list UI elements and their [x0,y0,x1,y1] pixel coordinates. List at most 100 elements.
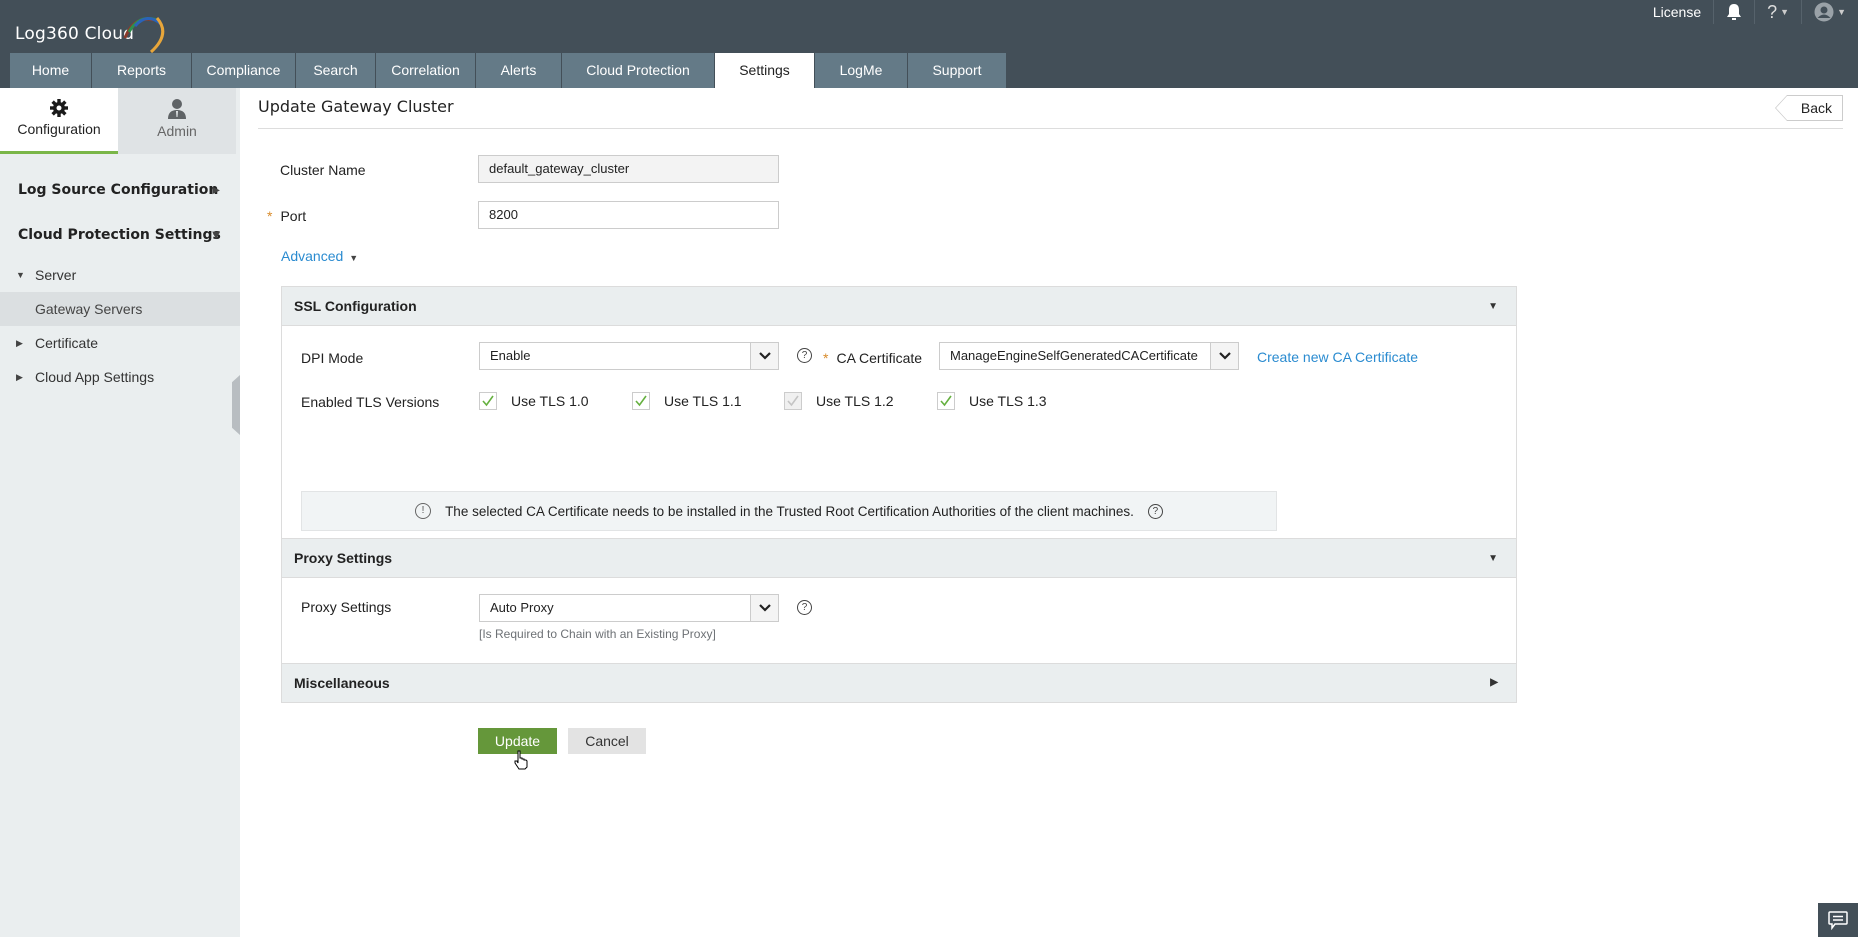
nav-tab-logme[interactable]: LogMe [815,53,908,88]
caret-right-icon: ▶ [16,372,23,382]
dpi-mode-select[interactable]: Enable [479,342,779,370]
caret-down-icon: ▼ [212,230,220,241]
proxy-settings-value: Auto Proxy [490,600,554,615]
hand-pointer-cursor-icon [514,750,528,770]
sidebar-section-label: Log Source Configuration [18,182,219,198]
proxy-settings-label: Proxy Settings [301,599,392,615]
logo[interactable]: Log360 Cloud [15,17,165,54]
port-label-text: Port [280,208,307,224]
user-menu-button[interactable]: ▼ [1801,0,1858,24]
notifications-button[interactable] [1713,0,1754,24]
logo-arc-icon [123,17,165,54]
checkbox-box [784,392,802,410]
sidebar-item-certificate[interactable]: ▶ Certificate [0,326,240,360]
miscellaneous-header[interactable]: Miscellaneous ▶ [282,664,1516,702]
bell-icon [1727,4,1742,20]
ca-certificate-label-text: CA Certificate [836,350,923,366]
help-icon: ? [1767,1,1778,22]
caret-down-icon: ▼ [1488,301,1498,312]
ca-certificate-info-box: ! The selected CA Certificate needs to b… [301,491,1277,531]
sidebar: Configuration Admin Log Source Configura… [0,88,240,937]
port-field[interactable]: 8200 [478,201,779,229]
checkbox-label: Use TLS 1.0 [511,393,589,409]
sidebar-tab-configuration[interactable]: Configuration [0,88,118,154]
proxy-settings-help-icon[interactable]: ? [797,600,812,615]
tls-versions-label: Enabled TLS Versions [301,394,440,410]
caret-down-icon: ▼ [16,270,25,280]
admin-user-icon [168,99,186,119]
sidebar-item-label: Certificate [35,335,99,351]
dpi-mode-value: Enable [490,348,531,363]
ssl-configuration-header[interactable]: SSL Configuration ▼ [282,287,1516,326]
nav-tab-search[interactable]: Search [296,53,376,88]
dpi-mode-help-icon[interactable]: ? [797,348,812,363]
create-ca-certificate-link[interactable]: Create new CA Certificate [1257,349,1418,365]
nav-tab-home[interactable]: Home [10,53,92,88]
cancel-button[interactable]: Cancel [568,728,646,754]
main-nav: Home Reports Compliance Search Correlati… [10,53,1007,88]
info-message: The selected CA Certificate needs to be … [445,503,1134,519]
ca-certificate-value: ManageEngineSelfGeneratedCACertificate [950,348,1198,363]
tls-1-2-checkbox[interactable]: Use TLS 1.2 [784,392,894,410]
page-title: Update Gateway Cluster [258,97,454,116]
ca-certificate-select[interactable]: ManageEngineSelfGeneratedCACertificate [939,342,1239,370]
tls-1-1-checkbox[interactable]: Use TLS 1.1 [632,392,742,410]
top-right-toolbar: License ? ▼ ▼ [1641,0,1858,24]
nav-tab-correlation[interactable]: Correlation [376,53,476,88]
sidebar-item-label: Server [35,267,77,283]
caret-down-icon: ▼ [1488,553,1498,564]
caret-down-icon: ▼ [349,253,359,263]
advanced-toggle[interactable]: Advanced ▼ [281,248,358,264]
back-button[interactable]: Back [1774,95,1843,121]
sidebar-item-label: Cloud App Settings [35,369,155,385]
caret-right-icon: ▶ [212,185,220,196]
nav-tab-reports[interactable]: Reports [92,53,192,88]
tls-1-3-checkbox[interactable]: Use TLS 1.3 [937,392,1047,410]
sidebar-collapse-handle[interactable] [232,375,240,435]
sidebar-item-gateway-servers[interactable]: Gateway Servers [0,292,240,326]
cluster-name-field[interactable]: default_gateway_cluster [478,155,779,183]
panel-title: SSL Configuration [294,298,417,314]
nav-tab-settings[interactable]: Settings [715,53,815,88]
dpi-mode-label: DPI Mode [301,350,364,366]
license-link[interactable]: License [1641,0,1713,24]
proxy-settings-select[interactable]: Auto Proxy [479,594,779,622]
miscellaneous-panel: Miscellaneous ▶ [281,663,1517,703]
sidebar-tab-label: Configuration [17,121,101,137]
sidebar-section-cloud-protection-settings[interactable]: Cloud Protection Settings ▼ [0,213,240,258]
checkmark-icon [787,395,799,407]
checkbox-box [632,392,650,410]
tls-1-0-checkbox[interactable]: Use TLS 1.0 [479,392,589,410]
checkbox-label: Use TLS 1.2 [816,393,894,409]
sidebar-tab-admin[interactable]: Admin [118,88,236,154]
checkbox-box [479,392,497,410]
sidebar-item-server[interactable]: ▼ Server [0,258,240,292]
user-circle-icon [1814,2,1834,22]
chat-button[interactable] [1818,903,1858,937]
sidebar-section-log-source-configuration[interactable]: Log Source Configuration ▶ [0,168,240,213]
proxy-settings-header[interactable]: Proxy Settings ▼ [282,539,1516,578]
required-asterisk: * [267,208,273,224]
caret-right-icon: ▶ [1490,677,1498,688]
nav-tab-compliance[interactable]: Compliance [192,53,296,88]
checkmark-icon [635,395,647,407]
nav-tab-support[interactable]: Support [908,53,1007,88]
checkbox-box [937,392,955,410]
panel-title: Proxy Settings [294,550,393,566]
cluster-name-label: Cluster Name [280,162,366,178]
caret-down-icon: ▼ [1780,7,1790,17]
nav-tab-alerts[interactable]: Alerts [476,53,562,88]
checkmark-icon [482,395,494,407]
port-label: * Port [267,208,306,224]
sidebar-item-cloud-app-settings[interactable]: ▶ Cloud App Settings [0,360,240,394]
panel-title: Miscellaneous [294,675,390,691]
info-help-icon[interactable]: ? [1147,503,1163,519]
chevron-down-icon [750,595,778,621]
nav-tab-cloud-protection[interactable]: Cloud Protection [562,53,715,88]
caret-down-icon: ▼ [1837,7,1846,17]
help-menu-button[interactable]: ? ▼ [1754,0,1801,24]
ssl-configuration-panel: SSL Configuration ▼ DPI Mode Enable ? * C… [281,286,1517,539]
gear-icon [50,99,68,117]
required-asterisk: * [823,350,829,366]
chevron-down-icon [1210,343,1238,369]
